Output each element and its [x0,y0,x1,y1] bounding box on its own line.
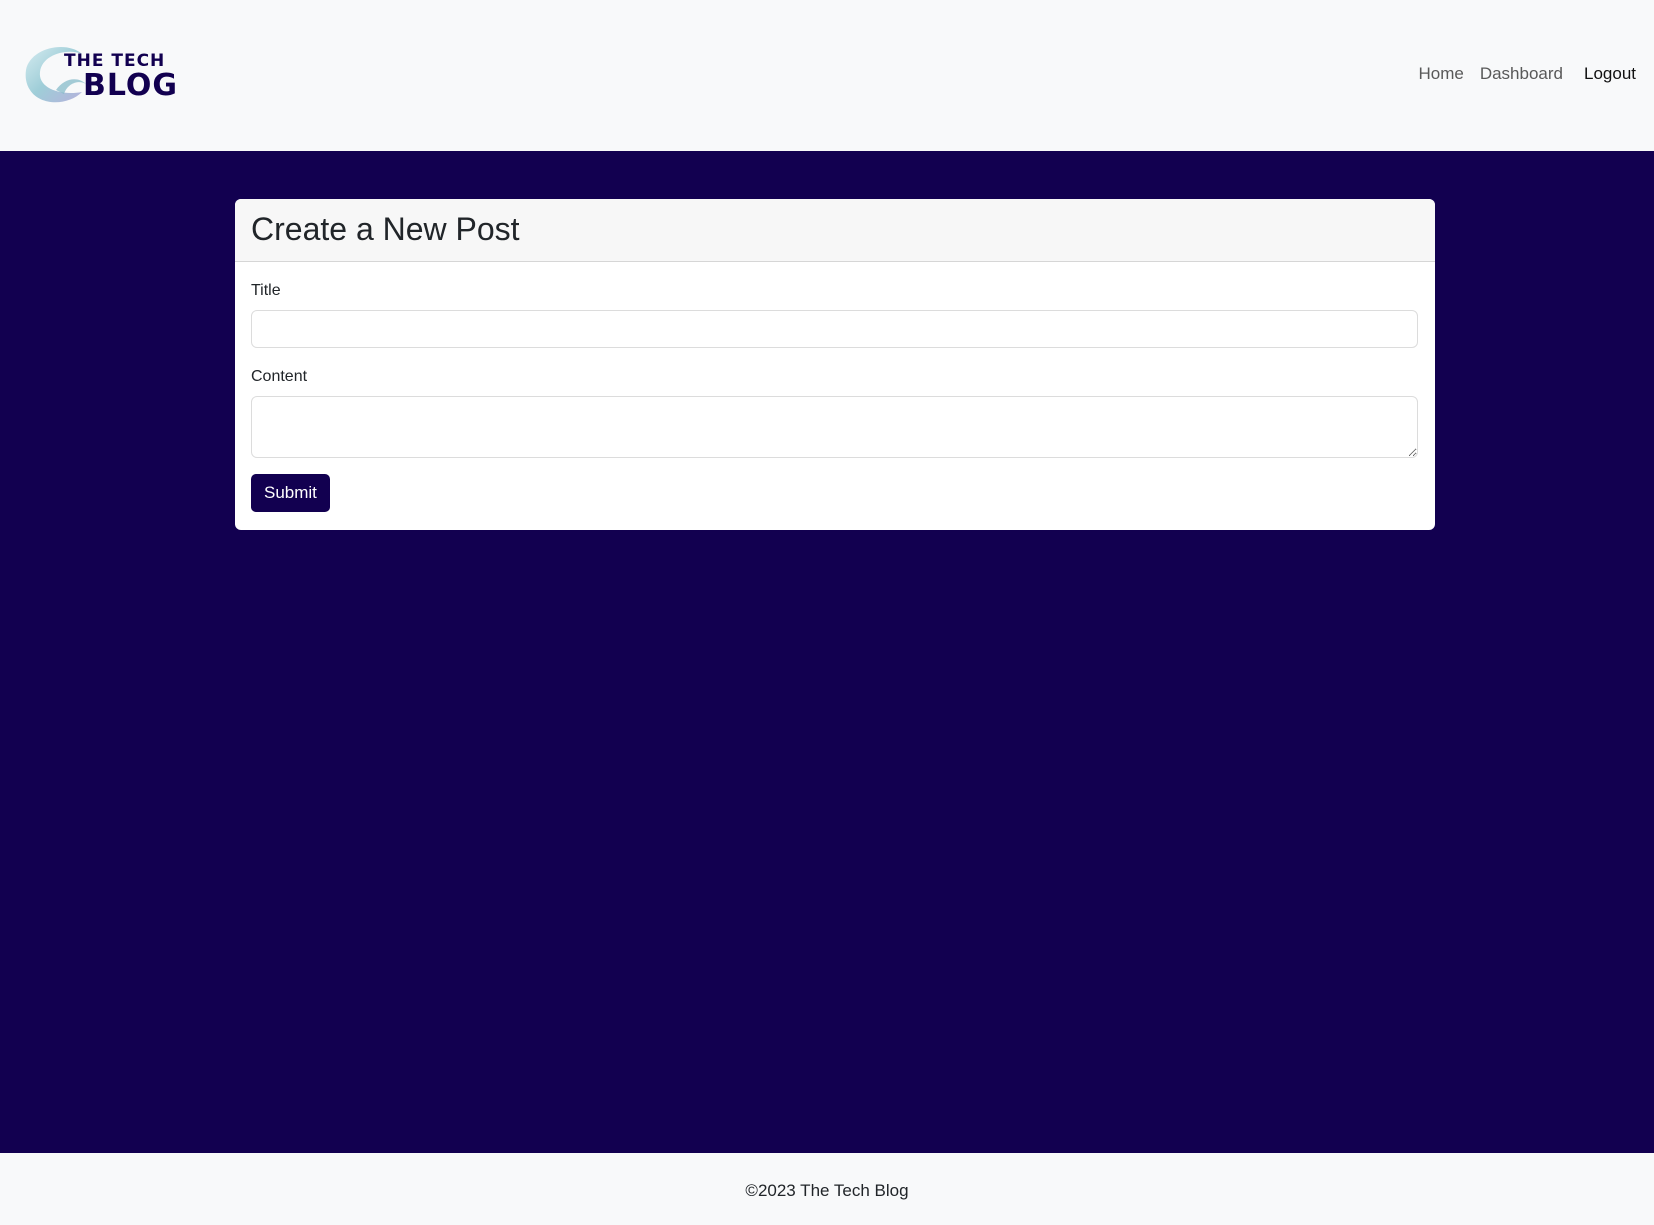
title-input[interactable] [251,310,1418,348]
card-header: Create a New Post [235,199,1435,262]
content-textarea[interactable] [251,396,1418,458]
logo-image: THE TECH BLOG [25,47,178,103]
submit-button[interactable]: Submit [251,474,330,512]
site-logo[interactable]: THE TECH BLOG [20,40,210,110]
nav-dashboard-link[interactable]: Dashboard [1480,64,1563,84]
copyright-text: ©2023 The Tech Blog [745,1181,909,1200]
title-label: Title [251,282,281,299]
main-content: Create a New Post Title Content Submit [0,151,1654,1153]
svg-text:BLOG: BLOG [83,68,178,103]
nav-links: Home Dashboard Logout [1402,64,1636,84]
footer: ©2023 The Tech Blog [0,1153,1654,1225]
nav-home-link[interactable]: Home [1418,64,1463,84]
page-title: Create a New Post [251,211,520,247]
content-label: Content [251,368,308,385]
new-post-card: Create a New Post Title Content Submit [235,199,1435,530]
new-post-form: Title Content Submit [235,262,1435,512]
nav-logout-link[interactable]: Logout [1584,64,1636,84]
navbar: THE TECH BLOG Home Dashboard Logout [0,0,1654,151]
